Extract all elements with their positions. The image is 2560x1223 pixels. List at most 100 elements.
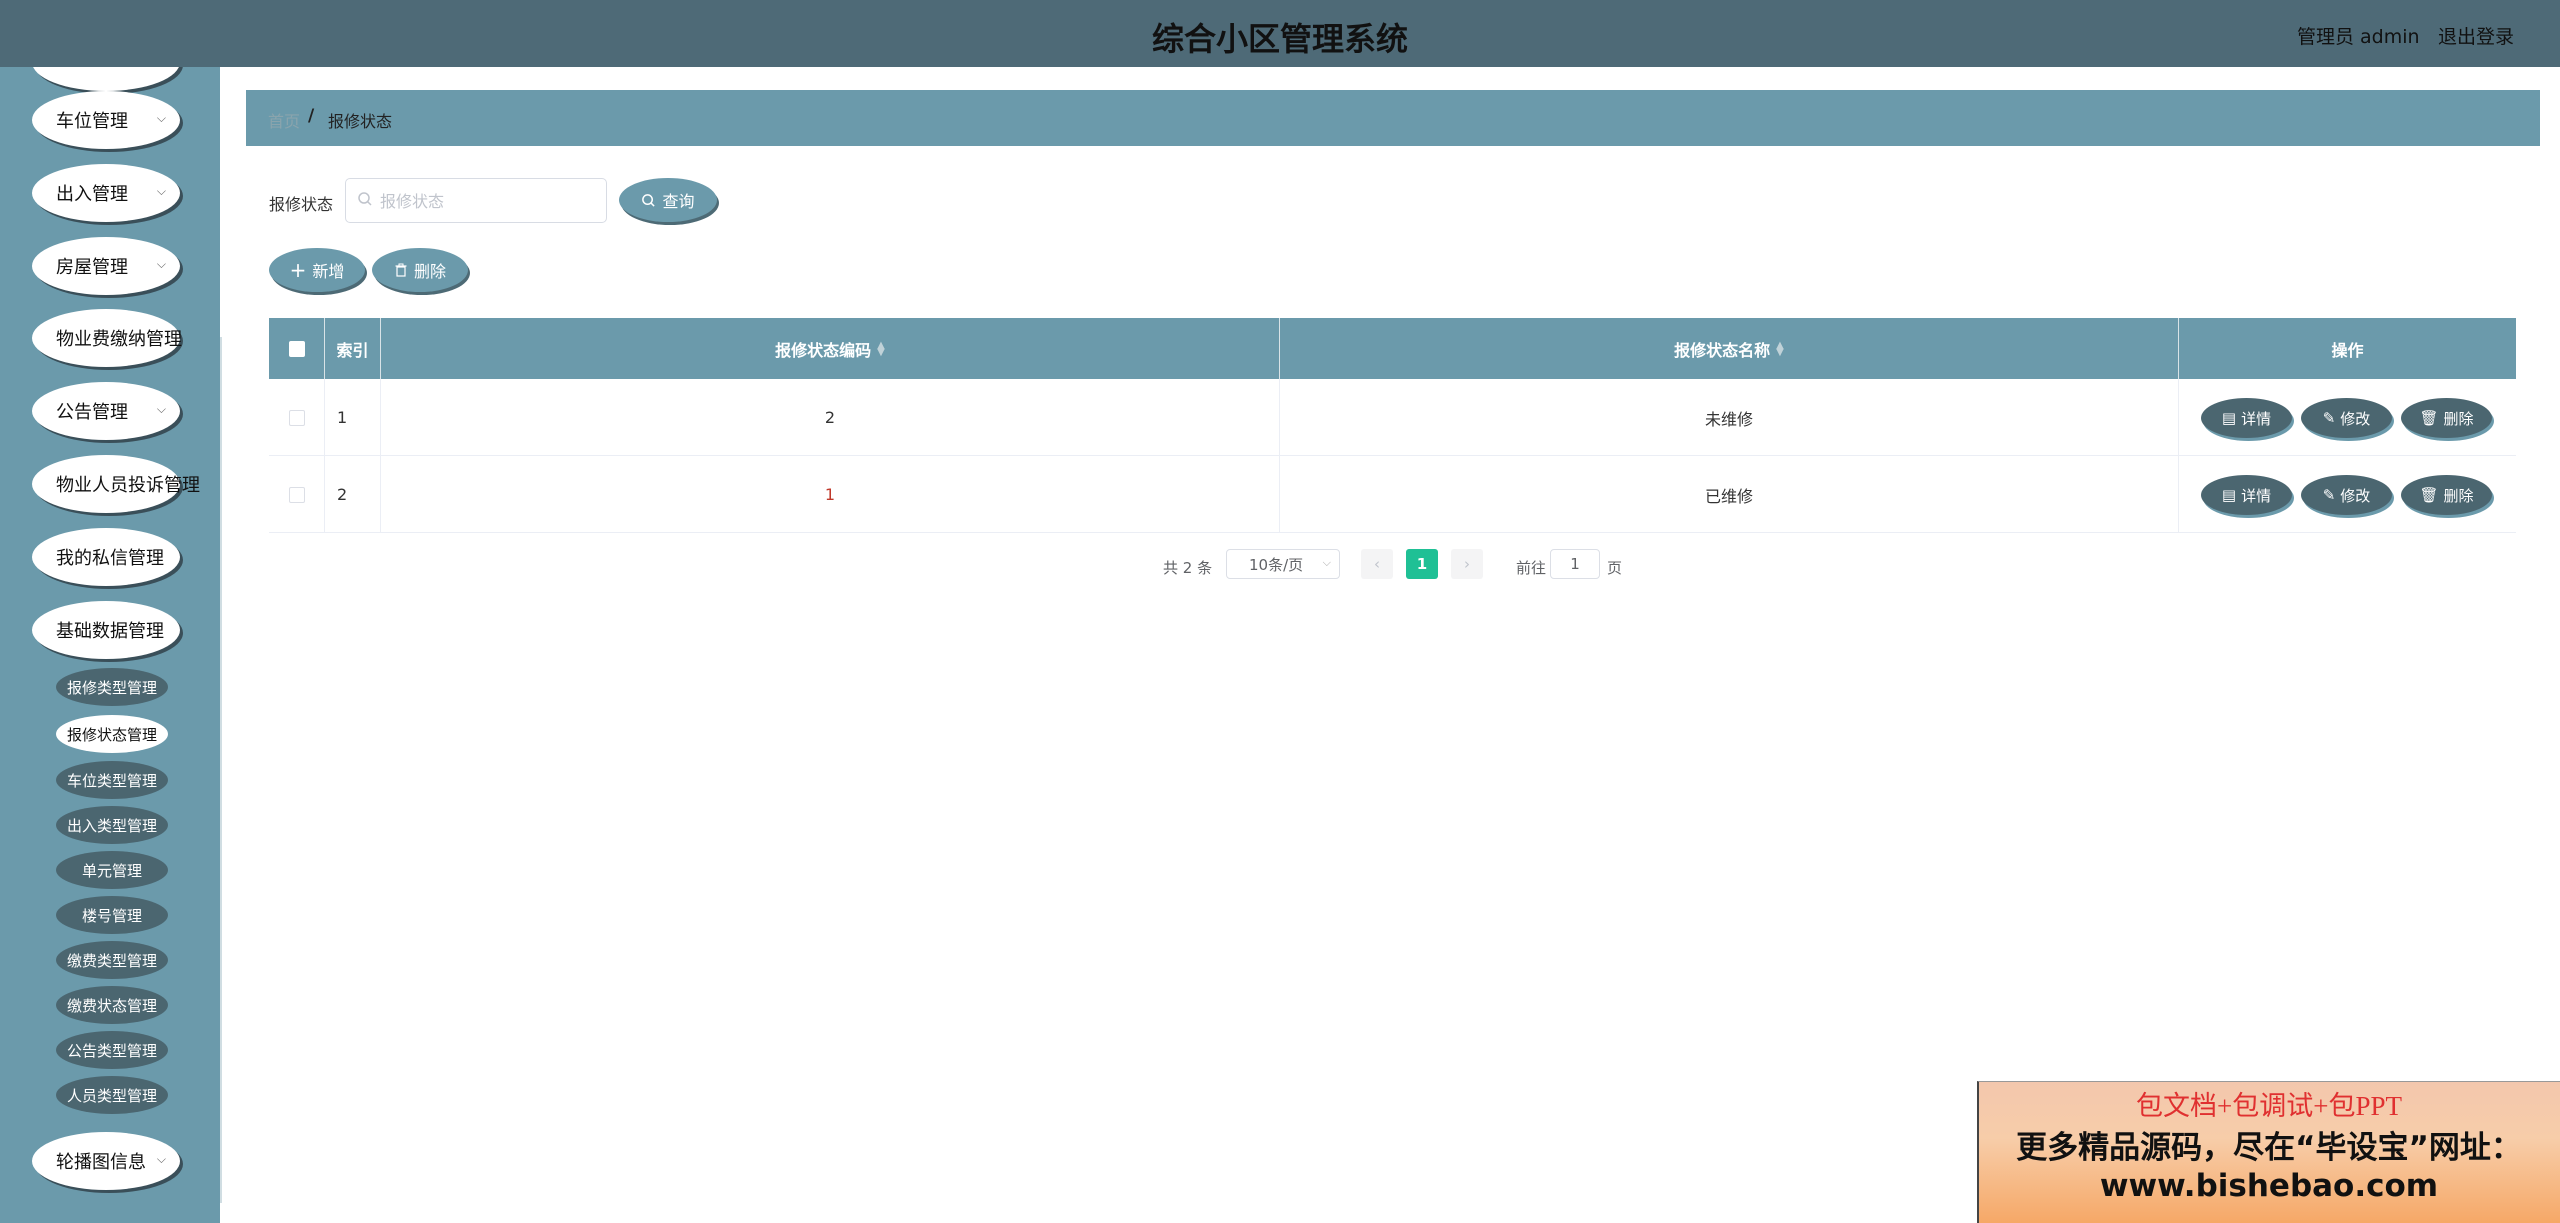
sidebar-menu-label: 出入管理 — [56, 184, 128, 205]
header-code-label: 报修状态编码 — [775, 340, 872, 360]
row-select-cell — [269, 379, 325, 456]
sidebar-menu-label: 基础数据管理 — [56, 621, 164, 642]
edit-button[interactable]: ✎ 修改 — [2301, 398, 2392, 438]
sidebar-menu-label: 车位管理 — [56, 111, 128, 132]
search-field[interactable] — [345, 178, 607, 223]
cell-ops: ▤ 详情 ✎ 修改 🗑 删除 — [2179, 456, 2516, 533]
page-number-current[interactable]: 1 — [1406, 549, 1438, 579]
select-all-checkbox[interactable] — [288, 340, 305, 357]
app-title: 综合小区管理系统 — [1151, 20, 1408, 58]
table-row: 1 2 未维修 ▤ 详情 ✎ 修改 🗑 删除 — [269, 379, 2516, 456]
batch-delete-button-label: 删除 — [413, 262, 446, 281]
sidebar-menu-basic-data[interactable]: 基础数据管理 — [32, 601, 180, 659]
top-header: 综合小区管理系统 管理员 admin 退出登录 — [0, 0, 2560, 67]
ad-line-1: 包文档+包调试+包PPT — [2136, 1091, 2402, 1121]
query-button[interactable]: 查询 — [619, 178, 717, 222]
cell-index: 1 — [325, 379, 381, 456]
submenu-notice-type[interactable]: 公告类型管理 — [56, 1031, 168, 1069]
submenu-parking-type[interactable]: 车位类型管理 — [56, 761, 168, 799]
search-icon — [358, 192, 372, 206]
logout-link[interactable]: 退出登录 — [2438, 22, 2514, 49]
trash-icon — [395, 263, 407, 277]
submenu-repair-type[interactable]: 报修类型管理 — [56, 668, 168, 706]
row-checkbox[interactable] — [288, 409, 305, 426]
select-all-cell — [269, 318, 325, 379]
batch-delete-button[interactable]: 删除 — [372, 248, 468, 292]
breadcrumb: 首页 / 报修状态 — [246, 90, 2540, 146]
header-name-label: 报修状态名称 — [1674, 340, 1771, 360]
table-row: 2 1 已维修 ▤ 详情 ✎ 修改 🗑 删除 — [269, 456, 2516, 533]
add-button[interactable]: + 新增 — [269, 248, 365, 292]
sidebar-menu-partial[interactable] — [32, 67, 180, 91]
detail-button[interactable]: ▤ 详情 — [2201, 398, 2292, 438]
submenu-fee-status[interactable]: 缴费状态管理 — [56, 986, 168, 1024]
document-icon: ▤ — [2221, 486, 2237, 504]
cell-code: 1 — [381, 456, 1280, 533]
header-name[interactable]: 报修状态名称 ▲ ▼ — [1280, 318, 2179, 379]
page-size-select[interactable]: 10条/页 ⌵ — [1226, 549, 1340, 579]
sidebar-menu-label: 房屋管理 — [56, 257, 128, 278]
sidebar-menu-label: 物业人员投诉管理 — [56, 475, 200, 496]
header-index: 索引 — [325, 318, 381, 379]
query-button-label: 查询 — [662, 192, 695, 211]
cell-name: 已维修 — [1280, 456, 2179, 533]
sidebar-menu-property-fee[interactable]: 物业费缴纳管理 — [32, 309, 182, 367]
breadcrumb-home[interactable]: 首页 — [268, 108, 300, 132]
sidebar-menu-label: 物业费缴纳管理 — [56, 329, 182, 350]
breadcrumb-separator: / — [308, 106, 315, 126]
sidebar-menu-messages[interactable]: 我的私信管理 — [32, 528, 180, 586]
detail-button[interactable]: ▤ 详情 — [2201, 475, 2292, 515]
sort-icon[interactable]: ▲ ▼ — [877, 340, 885, 357]
cell-code: 2 — [381, 379, 1280, 456]
trash-icon: 🗑 — [2419, 486, 2439, 504]
edit-icon: ✎ — [2322, 486, 2336, 504]
add-button-label: 新增 — [312, 262, 345, 281]
search-icon — [642, 193, 656, 207]
sidebar-menu-carousel[interactable]: 轮播图信息 ⌵ — [32, 1132, 180, 1190]
sidebar-menu-notice[interactable]: 公告管理 ⌵ — [32, 382, 180, 440]
cell-name: 未维修 — [1280, 379, 2179, 456]
search-input[interactable] — [380, 189, 600, 213]
edit-icon: ✎ — [2322, 409, 2336, 427]
row-select-cell — [269, 456, 325, 533]
detail-button-label: 详情 — [2241, 486, 2272, 505]
row-checkbox[interactable] — [288, 486, 305, 503]
cell-ops: ▤ 详情 ✎ 修改 🗑 删除 — [2179, 379, 2516, 456]
chevron-down-icon: ⌵ — [156, 402, 166, 416]
sidebar-menu-house[interactable]: 房屋管理 ⌵ — [32, 237, 180, 295]
sort-icon[interactable]: ▲ ▼ — [1776, 340, 1784, 357]
submenu-repair-status[interactable]: 报修状态管理 — [56, 715, 168, 753]
sidebar-menu-complaint[interactable]: 物业人员投诉管理 — [32, 455, 200, 513]
goto-page-input[interactable]: 1 — [1550, 549, 1600, 579]
edit-button[interactable]: ✎ 修改 — [2301, 475, 2392, 515]
submenu-access-type[interactable]: 出入类型管理 — [56, 806, 168, 844]
sidebar-menu-label: 轮播图信息 — [56, 1152, 146, 1173]
sidebar-menu-parking[interactable]: 车位管理 ⌵ — [32, 91, 180, 149]
chevron-down-icon: ⌵ — [156, 1152, 166, 1166]
delete-button[interactable]: 🗑 删除 — [2401, 398, 2492, 438]
header-ops: 操作 — [2331, 340, 2364, 360]
detail-button-label: 详情 — [2241, 409, 2272, 428]
delete-button[interactable]: 🗑 删除 — [2401, 475, 2492, 515]
sidebar-menu-access[interactable]: 出入管理 ⌵ — [32, 164, 180, 222]
sidebar: 车位管理 ⌵ 出入管理 ⌵ 房屋管理 ⌵ 物业费缴纳管理 公告管理 ⌵ 物业人员… — [0, 67, 220, 1223]
chevron-down-icon: ⌵ — [156, 184, 166, 198]
next-page-button[interactable]: › — [1451, 549, 1483, 579]
delete-button-label: 删除 — [2443, 486, 2474, 505]
delete-button-label: 删除 — [2443, 409, 2474, 428]
sidebar-menu-label: 我的私信管理 — [56, 548, 164, 569]
pagination-total: 共 2 条 — [1163, 558, 1213, 577]
plus-icon: + — [289, 258, 307, 282]
cell-index: 2 — [325, 456, 381, 533]
sidebar-scrollbar[interactable] — [220, 337, 222, 1203]
header-code[interactable]: 报修状态编码 ▲ ▼ — [381, 318, 1280, 379]
submenu-staff-type[interactable]: 人员类型管理 — [56, 1076, 168, 1114]
breadcrumb-current: 报修状态 — [328, 112, 393, 131]
ad-line-3: www.bishebao.com — [2099, 1168, 2439, 1204]
submenu-building[interactable]: 楼号管理 — [56, 896, 168, 934]
search-label: 报修状态 — [269, 195, 334, 214]
submenu-fee-type[interactable]: 缴费类型管理 — [56, 941, 168, 979]
document-icon: ▤ — [2221, 409, 2237, 427]
submenu-unit[interactable]: 单元管理 — [56, 851, 168, 889]
prev-page-button[interactable]: ‹ — [1361, 549, 1393, 579]
